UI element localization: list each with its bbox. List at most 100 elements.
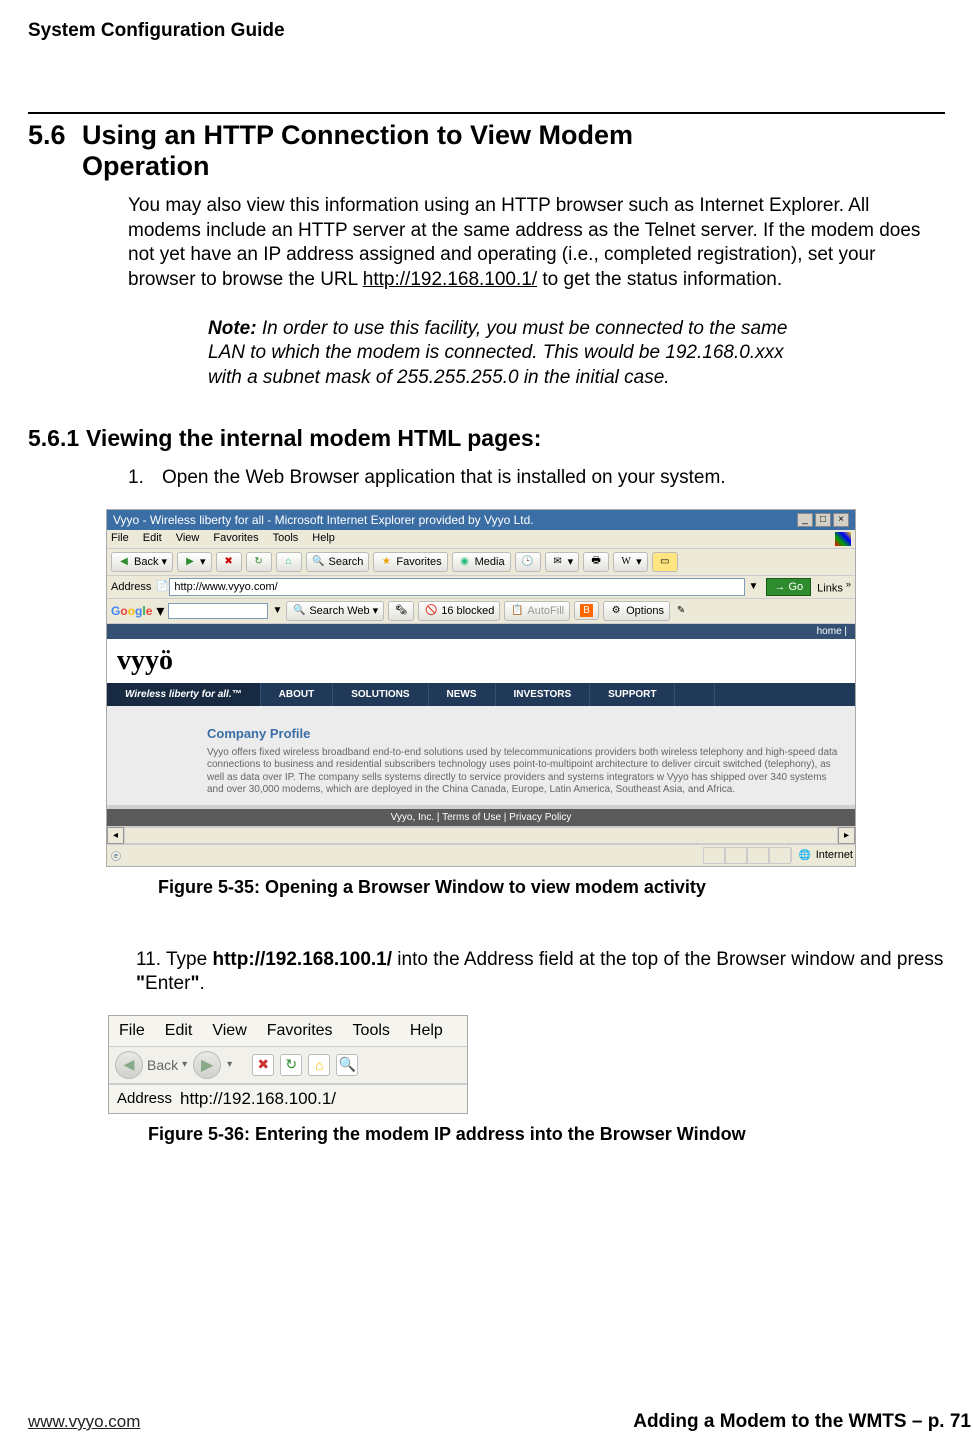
print-button[interactable]: 🖶 (583, 552, 609, 572)
back2-button[interactable]: ◀ Back ▾ (115, 1051, 187, 1079)
mail-button[interactable]: ✉ ▾ (545, 552, 580, 572)
search2-icon: 🔍 (338, 1056, 355, 1073)
menu2-help[interactable]: Help (410, 1022, 443, 1040)
browser2-toolbar: ◀ Back ▾ ▶▾ ✖ ↻ ⌂ 🔍 (109, 1047, 467, 1084)
menu-help[interactable]: Help (312, 532, 335, 546)
ie-icon: ⓔ (109, 848, 123, 862)
home-icon: ⌂ (282, 555, 296, 569)
back2-icon: ◀ (115, 1051, 143, 1079)
search2-button[interactable]: 🔍 (336, 1054, 358, 1076)
google-blogger-button[interactable]: B (574, 601, 599, 620)
print-icon: 🖶 (589, 555, 603, 569)
menu-favorites[interactable]: Favorites (213, 532, 258, 546)
section-paragraph: You may also view this information using… (128, 194, 945, 293)
scroll-left-button[interactable]: ◂ (107, 827, 124, 844)
autofill-label: AutoFill (527, 605, 564, 617)
search-button[interactable]: 🔍Search (306, 552, 370, 572)
figure-1-caption: Figure 5-35: Opening a Browser Window to… (158, 877, 945, 898)
go-button[interactable]: → Go (766, 578, 811, 596)
google-options-button[interactable]: ⚙Options (603, 601, 670, 621)
media-button[interactable]: ◉Media (452, 552, 511, 572)
site-logo: vyyö (107, 639, 855, 683)
edit-button[interactable]: W ▾ (613, 552, 648, 572)
nav-support[interactable]: SUPPORT (590, 683, 675, 706)
maximize-button[interactable]: □ (815, 513, 831, 527)
menu-tools[interactable]: Tools (273, 532, 299, 546)
refresh2-button[interactable]: ↻ (280, 1054, 302, 1076)
menu2-favorites[interactable]: Favorites (267, 1022, 333, 1040)
footer-link[interactable]: www.vyyo.com (28, 1412, 140, 1432)
step-11-url: http://192.168.100.1/ (212, 949, 392, 970)
menu2-tools[interactable]: Tools (353, 1022, 390, 1040)
site-home-link[interactable]: home | (817, 626, 847, 637)
menu2-view[interactable]: View (212, 1022, 246, 1040)
google-autofill-button[interactable]: 📋AutoFill (504, 601, 570, 621)
horizontal-scrollbar[interactable]: ◂ ▸ (107, 826, 855, 844)
minimize-button[interactable]: _ (797, 513, 813, 527)
section-number: 5.6 (28, 120, 82, 151)
menu-edit[interactable]: Edit (143, 532, 162, 546)
home2-button[interactable]: ⌂ (308, 1054, 330, 1076)
company-profile-text: Vyyo offers fixed wireless broadband end… (207, 747, 843, 805)
company-section: Company Profile Vyyo offers fixed wirele… (107, 706, 855, 809)
google-searchweb-button[interactable]: 🔍Search Web ▾ (286, 601, 384, 621)
stop-button[interactable]: ✖ (216, 552, 242, 572)
step-11: 11.Type http://192.168.100.1/ into the A… (136, 948, 945, 997)
forward2-button[interactable]: ▶ (193, 1051, 221, 1079)
modem-url: http://192.168.100.1/ (363, 269, 537, 290)
nav-investors[interactable]: INVESTORS (496, 683, 591, 706)
step-11-pre: Type (166, 949, 212, 970)
status-internet-label: Internet (816, 849, 853, 861)
blocked-label: 16 blocked (441, 605, 494, 617)
company-profile-title: Company Profile (207, 726, 855, 741)
stop2-button[interactable]: ✖ (252, 1054, 274, 1076)
address-dropdown-icon[interactable]: ▼ (745, 581, 763, 592)
nav-news[interactable]: NEWS (429, 683, 496, 706)
stop2-icon: ✖ (257, 1056, 269, 1073)
page-footer: www.vyyo.com Adding a Modem to the WMTS … (28, 1411, 973, 1433)
google-toolbar: Google ▾ ▼ 🔍Search Web ▾ 🗞 🚫16 blocked 📋… (107, 599, 855, 624)
address2-input[interactable]: http://192.168.100.1/ (180, 1089, 459, 1109)
history-button[interactable]: 🕒 (515, 552, 541, 572)
nav-solutions[interactable]: SOLUTIONS (333, 683, 428, 706)
figure-2-caption: Figure 5-36: Entering the modem IP addre… (148, 1124, 945, 1145)
scroll-track[interactable] (124, 827, 838, 844)
subsection-title: Viewing the internal modem HTML pages: (86, 425, 541, 451)
media-icon: ◉ (458, 555, 472, 569)
google-search-dropdown[interactable]: ▼ (272, 605, 282, 616)
google-search-input[interactable] (168, 603, 268, 619)
section-title-line1: Using an HTTP Connection to View Modem (82, 120, 633, 150)
scroll-right-button[interactable]: ▸ (838, 827, 855, 844)
home2-icon: ⌂ (315, 1057, 323, 1073)
refresh-button[interactable]: ↻ (246, 552, 272, 572)
blogger-icon: B (580, 604, 593, 617)
address-label: Address (111, 581, 151, 593)
back-label: Back (134, 556, 158, 568)
close-button[interactable]: × (833, 513, 849, 527)
home-button[interactable]: ⌂ (276, 552, 302, 572)
menu-file[interactable]: File (111, 532, 129, 546)
menu2-edit[interactable]: Edit (165, 1022, 193, 1040)
address2-label: Address (117, 1090, 172, 1107)
step-11-post: into the Address field at the top of the… (392, 949, 943, 970)
options-icon: ⚙ (609, 604, 623, 618)
page-icon: 📄 (155, 580, 169, 594)
back-button[interactable]: ◀Back ▾ (111, 552, 173, 572)
discuss-button[interactable]: ▭ (652, 552, 678, 572)
favorites-button[interactable]: ★Favorites (373, 552, 447, 572)
nav-more[interactable] (675, 683, 715, 706)
forward-button[interactable]: ▶ ▾ (177, 552, 212, 572)
menu2-file[interactable]: File (119, 1022, 145, 1040)
browser-toolbar: ◀Back ▾ ▶ ▾ ✖ ↻ ⌂ 🔍Search ★Favorites ◉Me… (107, 549, 855, 576)
nav-about[interactable]: ABOUT (261, 683, 334, 706)
menu-view[interactable]: View (176, 532, 200, 546)
searchweb-label: Search Web (309, 605, 369, 617)
address-input[interactable]: http://www.vyyo.com/ (169, 578, 744, 596)
step-1: 1.Open the Web Browser application that … (128, 466, 945, 491)
browser-screenshot-1: Vyyo - Wireless liberty for all - Micros… (106, 509, 856, 867)
links-label[interactable]: Links » (817, 579, 851, 595)
status-bar: ⓔ 🌐Internet (107, 844, 855, 866)
browser-menubar: File Edit View Favorites Tools Help (107, 530, 855, 549)
google-news-button[interactable]: 🗞 (388, 601, 414, 621)
google-blocked-button[interactable]: 🚫16 blocked (418, 601, 500, 621)
